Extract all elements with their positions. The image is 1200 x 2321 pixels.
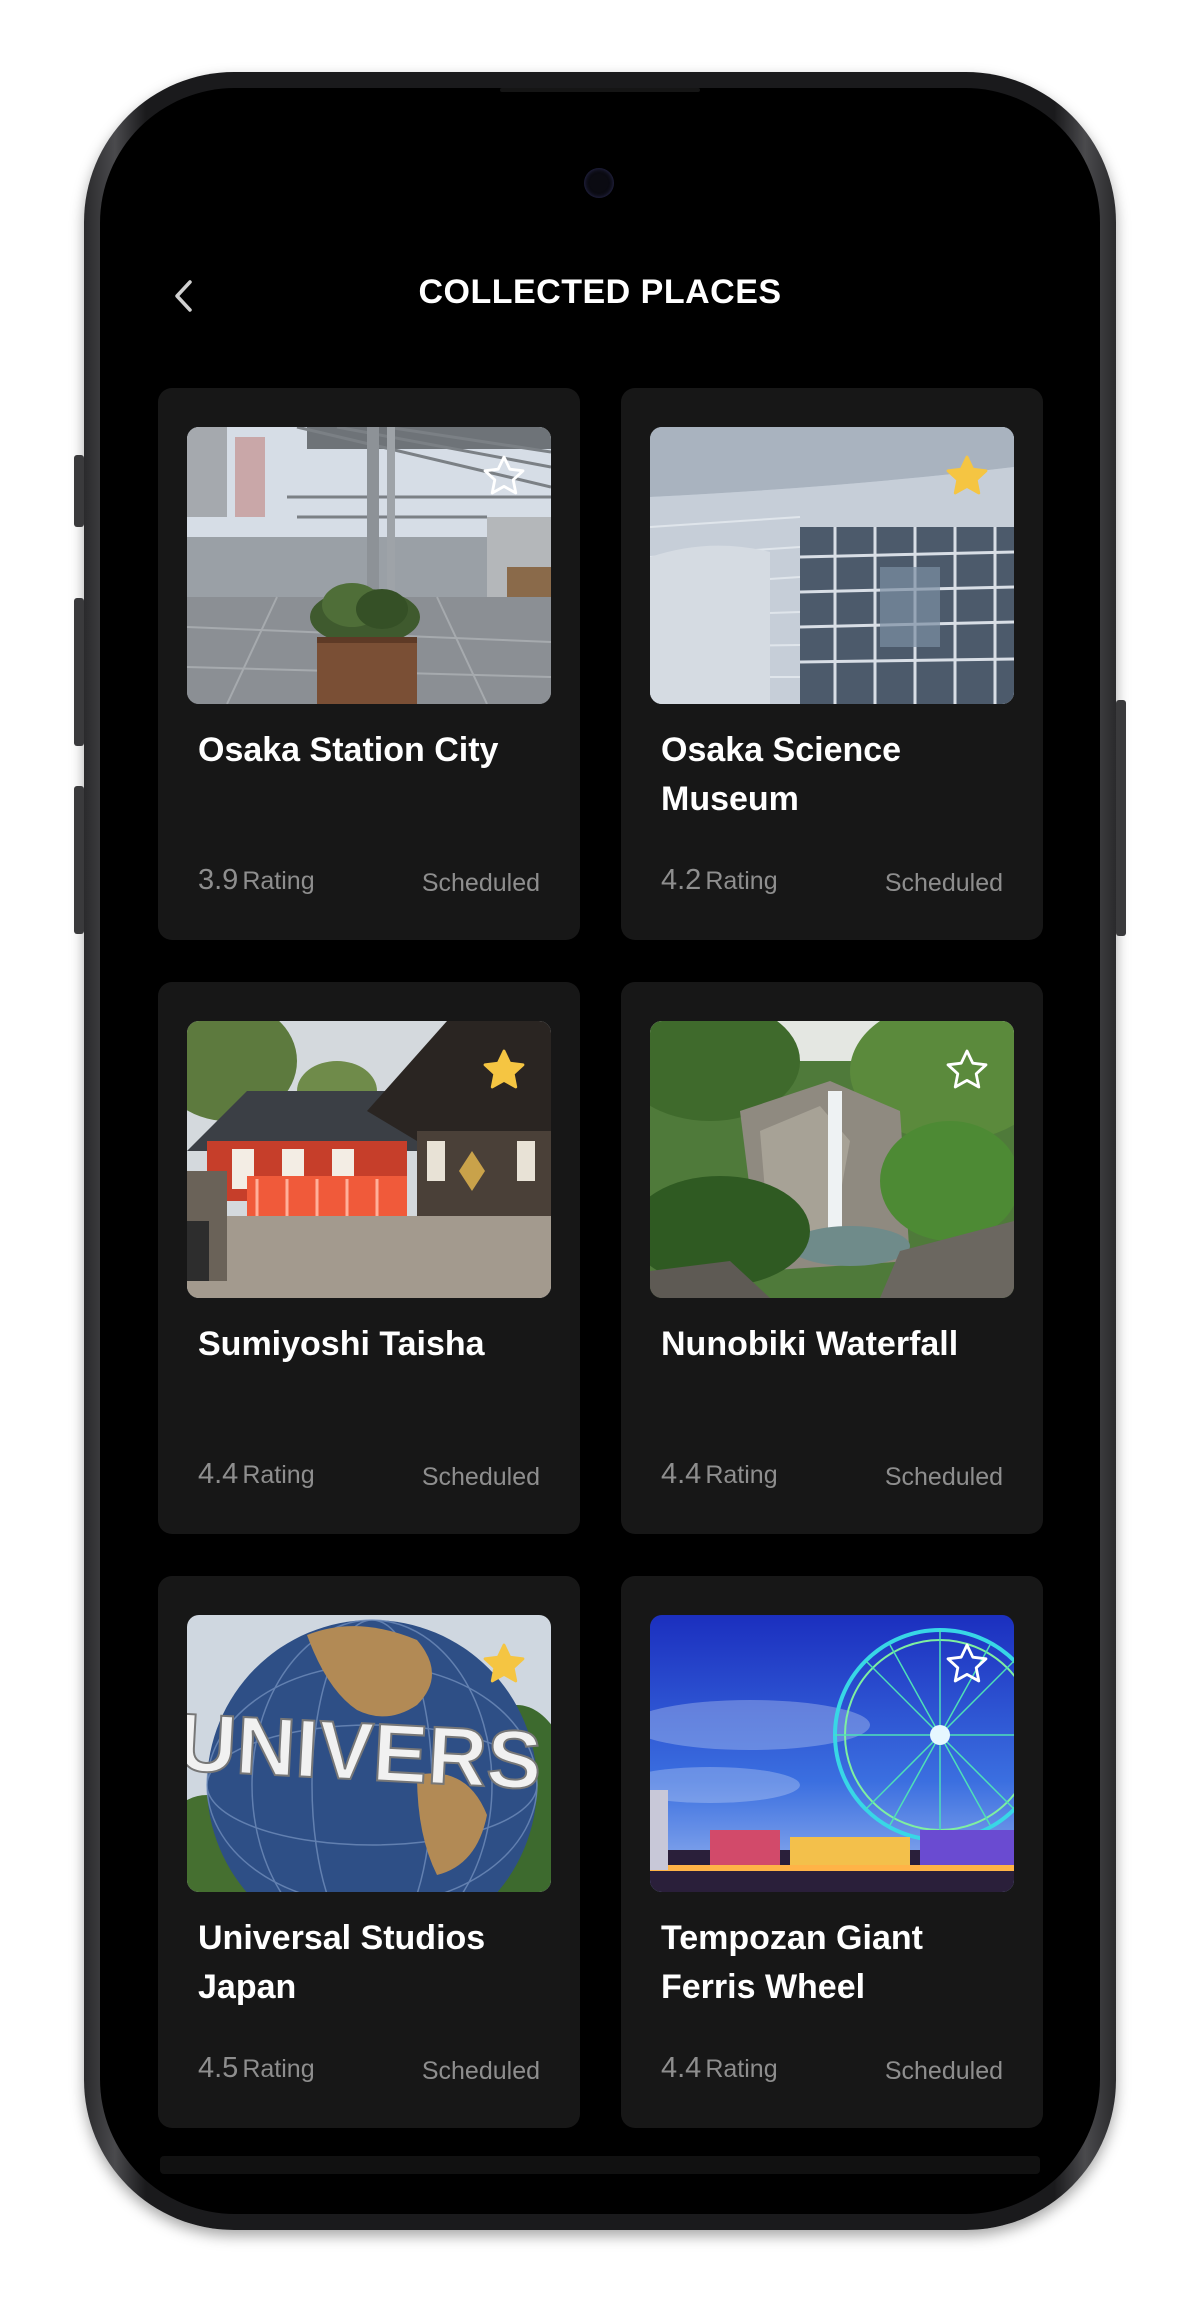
star-shape [946,455,988,495]
place-title: Universal Studios Japan [198,1919,486,2006]
app-screen: COLLECTED PLACES Osaka Station City 3.9 … [100,88,1100,2214]
rating-value: 4.4 [198,1458,239,1490]
schedule-status: Scheduled [421,869,540,897]
place-rating: 4.5 Rating [198,2052,315,2085]
place-card[interactable]: Osaka Science Museum 4.2 Rating Scheduled [621,388,1043,940]
front-camera [584,168,614,198]
favorite-star-icon[interactable] [480,1640,528,1688]
rating-label: Rating [705,867,778,895]
speaker-slot [500,88,700,92]
schedule-status: Scheduled [884,1463,1003,1491]
schedule-status: Scheduled [421,1463,540,1491]
place-title: Osaka Science Museum [661,731,902,818]
place-card[interactable]: Osaka Station City 3.9 Rating Scheduled [158,388,580,940]
volume-down-button [74,786,84,934]
place-photo [187,1021,551,1298]
place-rating: 3.9 Rating [198,864,315,897]
rating-value: 3.9 [198,864,239,896]
action-button [74,455,84,527]
star-shape [483,455,525,495]
place-title: Tempozan Giant Ferris Wheel [661,1919,923,2006]
star-shape [483,1643,525,1683]
favorite-star-icon[interactable] [943,1640,991,1688]
favorite-star-icon[interactable] [943,1046,991,1094]
rating-value: 4.4 [661,2052,702,2084]
rating-label: Rating [242,1461,315,1489]
star-shape [946,1049,988,1089]
schedule-status: Scheduled [884,869,1003,897]
place-rating: 4.2 Rating [661,864,778,897]
rating-value: 4.4 [661,1458,702,1490]
place-card[interactable]: UNIVERS Universal Studios Japan 4.5 Ratin… [158,1576,580,2128]
rating-label: Rating [705,2055,778,2083]
favorite-star-icon[interactable] [480,452,528,500]
places-grid: Osaka Station City 3.9Rating Scheduled [158,388,1043,2214]
star-shape [946,1643,988,1683]
place-photo: UNIVERS [187,1615,551,1892]
place-card[interactable]: Tempozan Giant Ferris Wheel 4.4 Rating Sc… [621,1576,1043,2128]
place-title: Sumiyoshi Taisha [198,1325,485,1363]
rating-value: 4.5 [198,2052,239,2084]
svg-text:UNIVERS: UNIVERS [187,1697,544,1807]
schedule-status: Scheduled [884,2057,1003,2085]
place-rating: 4.4 Rating [661,2052,778,2085]
schedule-status: Scheduled [421,2057,540,2085]
place-photo [650,1615,1014,1892]
bottom-edge [160,2156,1040,2174]
place-title: Nunobiki Waterfall [661,1325,959,1363]
place-photo [650,1021,1014,1298]
favorite-star-icon[interactable] [480,1046,528,1094]
rating-value: 4.2 [661,864,702,896]
rating-label: Rating [242,867,315,895]
place-card[interactable]: Sumiyoshi Taisha 4.4 Rating Scheduled [158,982,580,1534]
page-title: COLLECTED PLACES [418,273,782,311]
place-rating: 4.4 Rating [198,1458,315,1491]
place-title: Osaka Station City [198,731,499,769]
rating-label: Rating [242,2055,315,2083]
rating-label: Rating [705,1461,778,1489]
favorite-star-icon[interactable] [943,452,991,500]
star-shape [483,1049,525,1089]
place-photo [187,427,551,704]
place-rating: 4.4 Rating [661,1458,778,1491]
place-card[interactable]: Nunobiki Waterfall 4.4 Rating Scheduled [621,982,1043,1534]
volume-up-button [74,598,84,746]
power-button [1116,700,1126,936]
place-photo [650,427,1014,704]
